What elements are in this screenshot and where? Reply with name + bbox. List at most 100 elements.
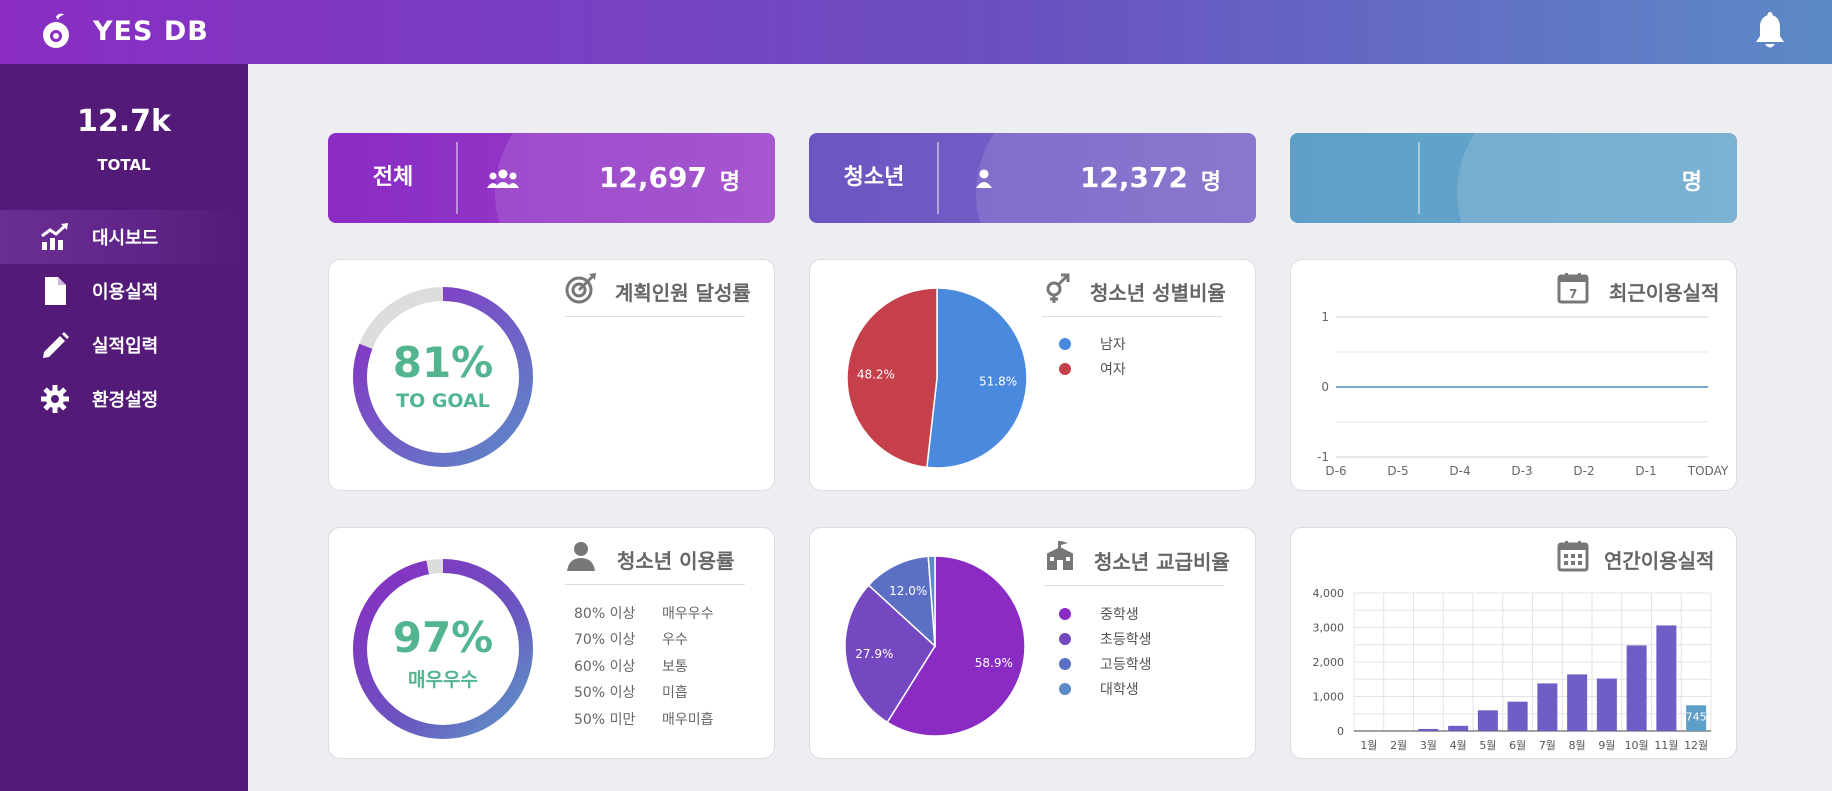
grade-range: 60% 이상 [574, 659, 636, 675]
sidebar-item-input[interactable]: 실적입력 [0, 318, 248, 372]
legend-label: 초등학생 [1100, 632, 1152, 648]
x-tick-label: D-1 [1635, 464, 1656, 478]
goal-title: 계획인원 달성률 [615, 281, 751, 305]
sidebar-item-records[interactable]: 이용실적 [0, 264, 248, 318]
pie-data-label: 12.0% [889, 584, 927, 598]
annual-bar-chart: 0 1,000 2,000 3,000 4,000 1월 2월 3월 4월 5월 6월 7월 8월 9월 1… [1313, 587, 1712, 752]
y-tick-label: 0 [1321, 380, 1329, 394]
chart-line-icon [41, 223, 68, 250]
legend-label: 여자 [1100, 362, 1126, 378]
pomegranate-logo-icon[interactable] [38, 13, 74, 51]
grade-name: 우수 [662, 632, 688, 648]
x-tick-label: 11월 [1654, 739, 1678, 752]
legend-label: 고등학생 [1100, 657, 1152, 673]
sidebar-item-dashboard[interactable]: 대시보드 [0, 210, 248, 264]
legend-swatch [1059, 363, 1071, 375]
bar[interactable] [1596, 678, 1617, 731]
bar[interactable] [1537, 683, 1558, 731]
sidebar-item-label: 이용실적 [92, 282, 159, 303]
bar[interactable] [1418, 728, 1439, 731]
stat-unit: 명 [1200, 170, 1221, 195]
legend-swatch [1059, 608, 1071, 620]
stat-value: 12,372 [1079, 161, 1188, 194]
users-icon [487, 169, 519, 188]
x-tick-label: D-6 [1325, 464, 1346, 478]
sidebar-item-settings[interactable]: 환경설정 [0, 372, 248, 426]
total-value: 12.7k [77, 104, 171, 139]
pie-data-label: 27.9% [855, 647, 893, 661]
annual-card: 연간이용실적 0 1,000 2,000 3,000 4,000 1월 2월 3월 4월 5월 6월… [1290, 527, 1737, 759]
x-tick-label: TODAY [1687, 464, 1729, 478]
stat-value: 12,697 [598, 161, 707, 194]
usage-title: 청소년 이용률 [617, 549, 735, 573]
divider [456, 142, 458, 214]
sidebar-item-label: 실적입력 [92, 336, 159, 357]
gender-pie-chart: 51.8% 48.2% [846, 287, 1028, 469]
stat-youth[interactable]: 청소년 12,372 명 [809, 133, 1256, 223]
total-label: TOTAL [97, 156, 151, 174]
legend-swatch [1059, 338, 1071, 350]
legend-label: 대학생 [1100, 682, 1139, 698]
grade-name: 매우우수 [662, 606, 714, 622]
title-divider [1042, 316, 1222, 317]
x-tick-label: 1월 [1360, 739, 1377, 752]
legend-label: 중학생 [1100, 607, 1139, 623]
grade-range: 80% 이상 [574, 606, 636, 622]
x-tick-label: 6월 [1509, 739, 1526, 752]
divider [937, 142, 939, 214]
divider [1418, 142, 1420, 214]
usage-subtext: 매우우수 [408, 669, 478, 691]
annual-title: 연간이용실적 [1604, 549, 1715, 573]
grade-range: 50% 이상 [574, 685, 636, 701]
title-divider [1044, 585, 1224, 586]
pie-data-label: 48.2% [857, 368, 895, 382]
goal-subtext: TO GOAL [396, 390, 490, 412]
grade-name: 보통 [662, 659, 688, 675]
bar[interactable] [1477, 710, 1498, 731]
x-tick-label: 3월 [1420, 739, 1437, 752]
brand-name[interactable]: YES DB [93, 16, 209, 47]
person-icon [567, 542, 595, 571]
grade-row: 70% 이상 우수 [574, 629, 744, 649]
pie-data-label: 51.8% [979, 374, 1017, 388]
x-tick-label: 7월 [1539, 739, 1556, 752]
stat-label: 전체 [372, 165, 414, 190]
stat-total[interactable]: 전체 12,697 명 [328, 133, 775, 223]
bar[interactable] [1626, 645, 1647, 731]
bar-data-label: 745 [1686, 710, 1707, 723]
sidebar: 12.7k TOTAL 대시보드 이용실적 실적입력 환경설정 [0, 64, 248, 791]
grade-range: 50% 미만 [574, 712, 636, 728]
x-tick-label: 2월 [1390, 739, 1407, 752]
pencil-icon [43, 332, 69, 358]
stat-label [1290, 133, 1420, 223]
x-tick-label: 12월 [1684, 739, 1708, 752]
grade-row: 80% 이상 매우우수 [574, 603, 744, 623]
top-bar: YES DB [0, 0, 1832, 64]
gear-icon [41, 385, 69, 413]
svg-text:7: 7 [1569, 287, 1577, 301]
x-tick-label: D-5 [1387, 464, 1408, 478]
y-tick-label: 0 [1337, 725, 1344, 738]
legend-label: 남자 [1100, 337, 1126, 353]
legend-swatch [1059, 658, 1071, 670]
y-tick-label: 1 [1321, 310, 1329, 324]
stat-other[interactable]: 명 [1290, 133, 1737, 223]
title-divider [565, 584, 745, 585]
user-icon [976, 169, 992, 188]
x-tick-label: 5월 [1479, 739, 1496, 752]
bar[interactable] [1448, 725, 1469, 731]
recent-line-chart: 1 0 -1D-6 D-5 D-4 D-3 D-2 D-1 TODAY [1317, 310, 1729, 478]
bar[interactable] [1656, 625, 1677, 731]
bell-icon[interactable] [1752, 12, 1788, 52]
stat-unit: 명 [719, 170, 740, 195]
legend-swatch [1059, 633, 1071, 645]
school-pie-chart: 58.9% 27.9% 12.0% [844, 555, 1026, 737]
y-tick-label: 4,000 [1313, 587, 1345, 600]
bar[interactable] [1507, 701, 1528, 731]
bar[interactable] [1567, 674, 1588, 731]
gender-title: 청소년 성별비율 [1090, 281, 1226, 305]
x-tick-label: 8월 [1569, 739, 1586, 752]
grade-row: 50% 미만 매우미흡 [574, 709, 744, 729]
pie-data-label: 58.9% [975, 656, 1013, 670]
stat-unit: 명 [1681, 170, 1702, 195]
